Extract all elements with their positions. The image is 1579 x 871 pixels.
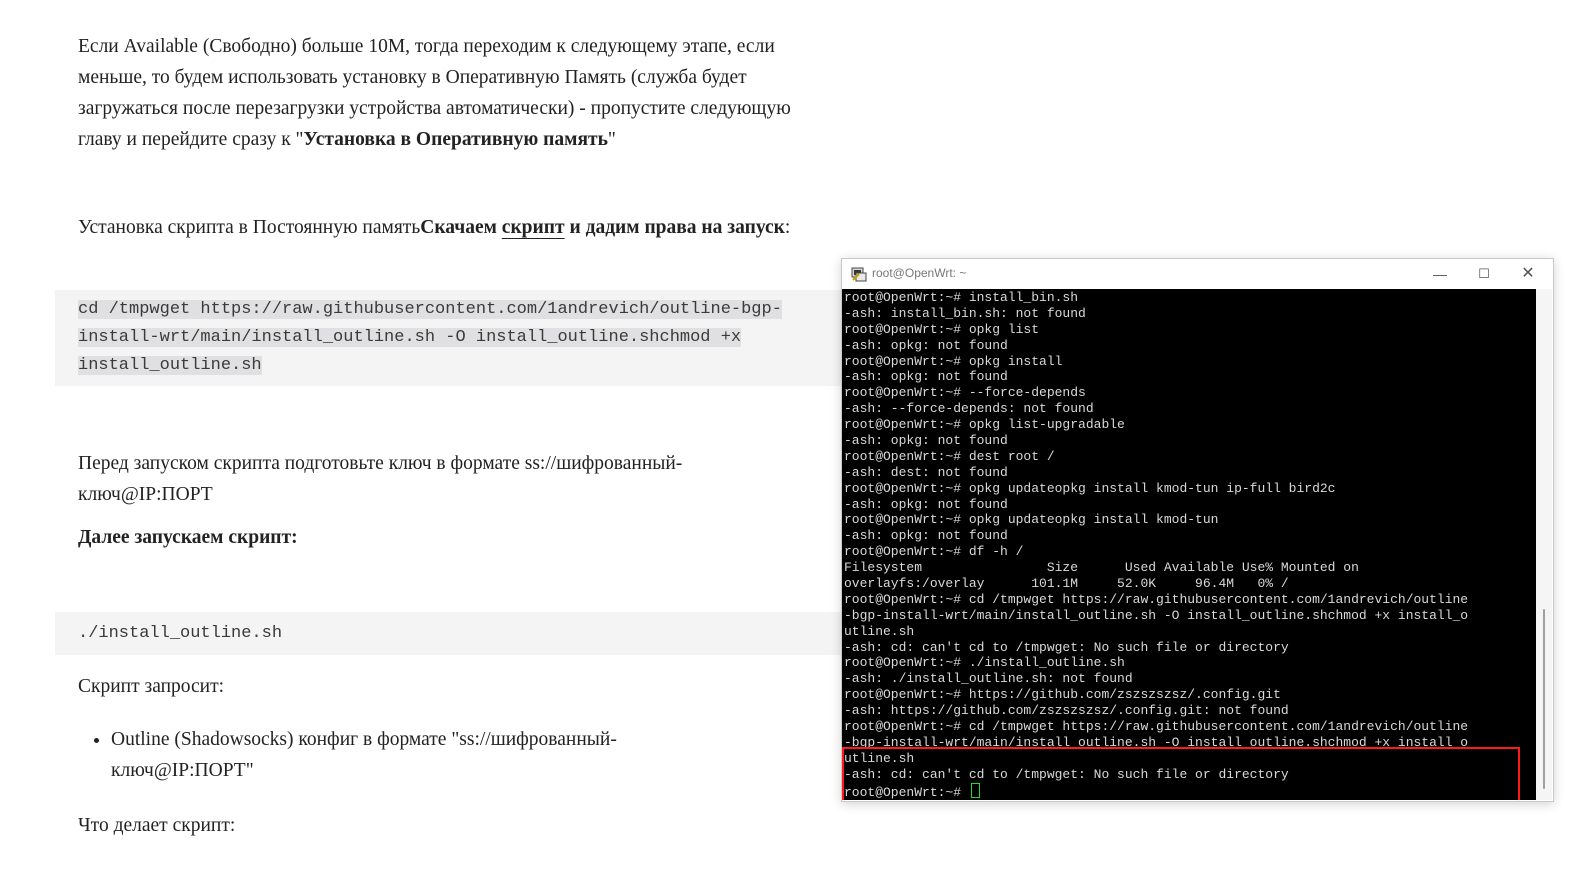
terminal-line: -ash: opkg: not found — [844, 433, 1008, 449]
window-title: root@OpenWrt: ~ — [872, 266, 967, 280]
list-item: Outline (Shadowsocks) конфиг в формате "… — [111, 724, 711, 786]
code-line-1: cd /tmpwget https://raw.githubuserconten… — [78, 300, 782, 319]
paragraph-script-asks: Скрипт запросит: — [78, 676, 225, 697]
putty-terminal-window[interactable]: root@OpenWrt: ~ — ☐ ✕ root@OpenWrt:~# in… — [841, 258, 1554, 802]
terminal-line: -ash: install_bin.sh: not found — [844, 305, 1086, 321]
minimize-button[interactable]: — — [1418, 259, 1462, 289]
terminal-scrollbar[interactable] — [1536, 289, 1552, 800]
terminal-prompt-line: root@OpenWrt:~# — [844, 782, 1468, 800]
terminal-line: root@OpenWrt:~# opkg updateopkg install … — [844, 512, 1219, 528]
code-line-2: install-wrt/main/install_outline.sh -O i… — [78, 328, 742, 347]
terminal-line: -ash: dest: not found — [844, 464, 1008, 480]
terminal-line: utline.sh — [844, 750, 915, 766]
para1-tail: " — [607, 129, 616, 150]
terminal-line: -bgp-install-wrt/main/install_outline.sh… — [844, 607, 1469, 623]
terminal-line: root@OpenWrt:~# install_bin.sh — [844, 290, 1079, 305]
terminal-line: root@OpenWrt:~# --force-depends — [844, 385, 1086, 401]
code-block-run[interactable]: ./install_outline.sh — [55, 612, 845, 655]
window-titlebar[interactable]: root@OpenWrt: ~ — ☐ ✕ — [842, 259, 1553, 289]
para2-tail: : — [784, 217, 791, 238]
terminal-line: root@OpenWrt:~# opkg list — [844, 321, 1040, 337]
terminal-line: root@OpenWrt:~# ./install_outline.sh — [844, 655, 1125, 671]
paragraph-run-script-heading: Далее запускаем скрипт: — [78, 522, 828, 553]
code-run-line: ./install_outline.sh — [78, 624, 283, 643]
terminal-line: -ash: --force-depends: not found — [844, 401, 1094, 417]
terminal-line: utline.sh — [844, 623, 915, 639]
terminal-output: root@OpenWrt:~# install_bin.sh -ash: inst… — [844, 290, 1469, 800]
maximize-button[interactable]: ☐ — [1462, 259, 1506, 289]
paragraph-install-persistent: Установка скрипта в Постоянную памятьСка… — [78, 212, 828, 243]
text-cursor — [970, 782, 980, 798]
terminal-line: -ash: opkg: not found — [844, 337, 1008, 353]
paragraph-prepare-key: Перед запуском скрипта подготовьте ключ … — [78, 453, 683, 505]
terminal-line: root@OpenWrt:~# opkg updateopkg install … — [844, 480, 1336, 496]
terminal-line: overlayfs:/overlay 101.1M 52.0K 96.4M 0%… — [844, 576, 1289, 592]
terminal-prompt: root@OpenWrt:~# — [844, 784, 969, 800]
para2-bold2: и дадим права на запуск — [564, 217, 785, 238]
terminal-line: -ash: opkg: not found — [844, 496, 1008, 512]
para1-bold-link-text: Установка в Оперативную память — [303, 129, 608, 150]
paragraph-available-space: Если Available (Свободно) больше 10М, то… — [78, 31, 828, 155]
terminal-line: -ash: ./install_outline.sh: not found — [844, 671, 1133, 687]
putty-app-icon — [851, 267, 867, 282]
terminal-line: root@OpenWrt:~# df -h / — [844, 544, 1024, 560]
para2-text: Установка скрипта в Постоянную память — [78, 217, 421, 238]
terminal-line: root@OpenWrt:~# https://github.com/zszsz… — [844, 687, 1281, 703]
terminal-line: -ash: opkg: not found — [844, 369, 1008, 385]
terminal-line: -ash: cd: can't cd to /tmpwget: No such … — [844, 639, 1289, 655]
terminal-line: root@OpenWrt:~# cd /tmpwget https://raw.… — [844, 591, 1469, 607]
script-link[interactable]: скрипт — [502, 217, 565, 238]
terminal-line: -ash: cd: can't cd to /tmpwget: No such … — [844, 766, 1289, 782]
terminal-line: root@OpenWrt:~# cd /tmpwget https://raw.… — [844, 719, 1469, 735]
code-block-download[interactable]: cd /tmpwget https://raw.githubuserconten… — [55, 290, 845, 386]
article: Если Available (Свободно) больше 10М, то… — [0, 0, 845, 871]
terminal-line: -ash: https://github.com/zszszszsz/.conf… — [844, 703, 1289, 719]
terminal-line: -bgp-install-wrt/main/install_outline.sh… — [844, 734, 1469, 750]
terminal-line: -ash: opkg: not found — [844, 528, 1008, 544]
paragraph-what-script-does: Что делает скрипт: — [78, 815, 236, 836]
bullet-list: Outline (Shadowsocks) конфиг в формате "… — [78, 724, 811, 786]
terminal-line: root@OpenWrt:~# dest root / — [844, 448, 1055, 464]
para2-bold1: Скачаем — [420, 217, 502, 238]
scrollbar-thumb[interactable] — [1543, 609, 1545, 789]
terminal-line: root@OpenWrt:~# opkg install — [844, 353, 1063, 369]
close-button[interactable]: ✕ — [1506, 259, 1550, 289]
terminal-screen[interactable]: root@OpenWrt:~# install_bin.sh -ash: inst… — [842, 289, 1536, 800]
code-line-3: install_outline.sh — [78, 356, 262, 375]
terminal-line: Filesystem Size Used Available Use% Moun… — [844, 560, 1359, 576]
para4-bold: Далее запускаем скрипт: — [78, 527, 298, 548]
terminal-line: root@OpenWrt:~# opkg list-upgradable — [844, 417, 1125, 433]
